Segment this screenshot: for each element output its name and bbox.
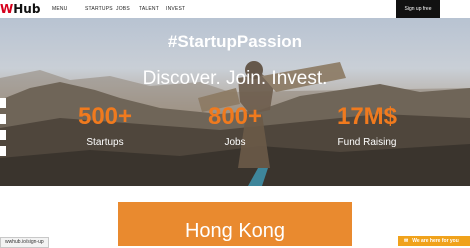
stat-fund-raising-value: 17M$ xyxy=(336,103,398,130)
city-card[interactable]: Hong Kong xyxy=(118,202,352,246)
hero-banner: #StartupPassion Discover. Join. Invest. … xyxy=(0,18,470,186)
social-share-icon[interactable] xyxy=(0,114,6,124)
chat-widget-button[interactable]: ✉ We are here for you xyxy=(398,236,470,246)
logo[interactable]: WHub xyxy=(0,2,40,16)
nav-menu[interactable]: MENU xyxy=(52,6,68,12)
stat-startups-label: Startups xyxy=(86,137,124,148)
stat-fund-raising-label: Fund Raising xyxy=(337,137,397,148)
stat-jobs-value: 800+ xyxy=(207,103,263,130)
chat-icon: ✉ xyxy=(404,238,409,244)
nav-jobs[interactable]: JOBS xyxy=(116,6,130,12)
social-share-icon[interactable] xyxy=(0,146,6,156)
nav-startups[interactable]: STARTUPS xyxy=(85,6,113,12)
social-share-icon[interactable] xyxy=(0,130,6,140)
chat-label: We are here for you xyxy=(412,238,459,244)
social-share-icon[interactable] xyxy=(0,98,6,108)
stat-jobs-label: Jobs xyxy=(224,137,246,148)
stat-startups-value: 500+ xyxy=(77,103,133,130)
hero-tagline: Discover. Join. Invest. xyxy=(142,68,328,89)
sign-up-button[interactable]: Sign up free xyxy=(396,0,440,18)
nav-invest[interactable]: INVEST xyxy=(166,6,185,12)
hero-hashtag: #StartupPassion xyxy=(167,32,303,51)
status-bar-url: wwhub.io/sign-up xyxy=(0,237,49,248)
top-navigation-bar: WHub MENU STARTUPS JOBS TALENT INVEST Si… xyxy=(0,0,470,19)
city-card-title: Hong Kong xyxy=(184,220,286,242)
nav-talent[interactable]: TALENT xyxy=(139,6,159,12)
